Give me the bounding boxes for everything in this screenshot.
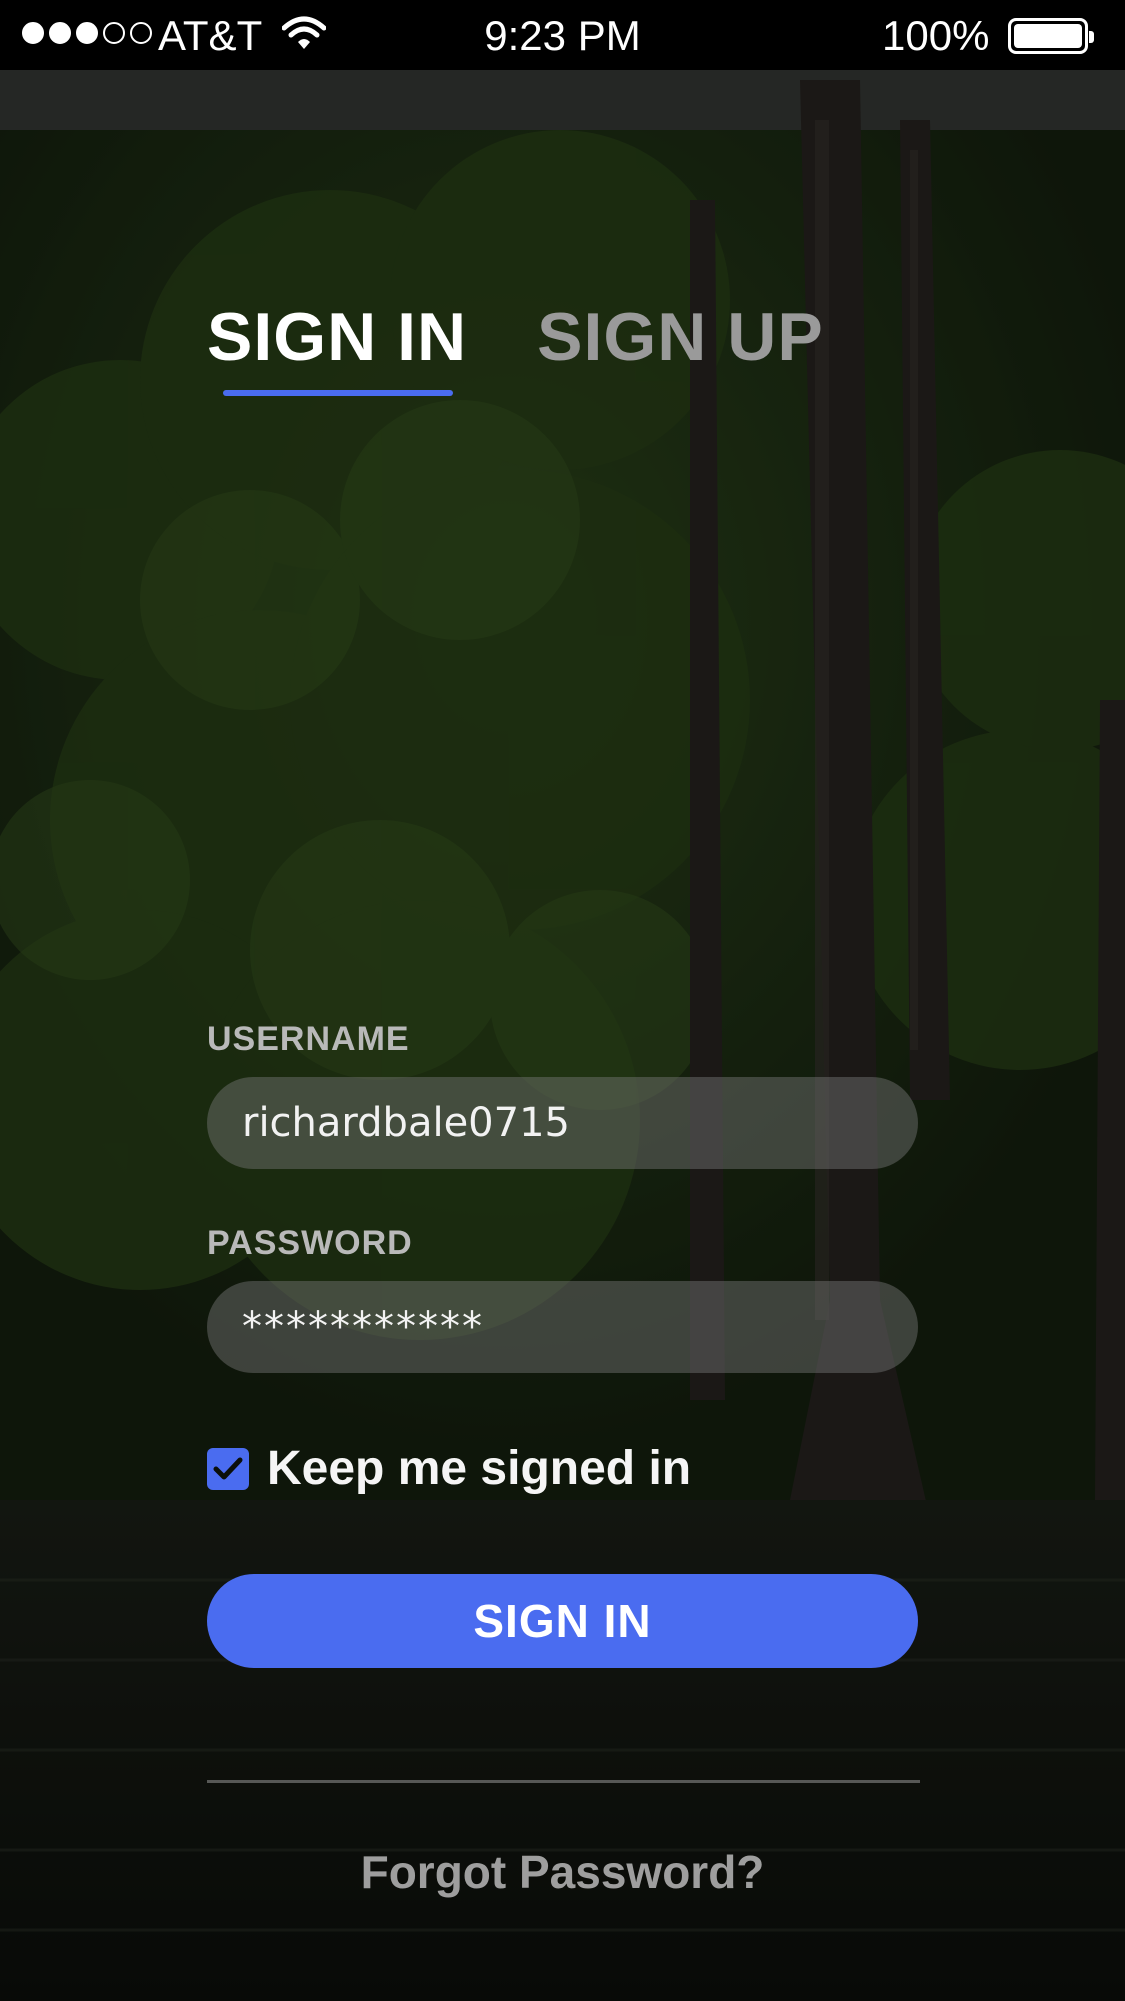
tab-sign-in-label: SIGN IN <box>207 299 468 375</box>
battery-percent: 100% <box>882 12 990 59</box>
tab-sign-up[interactable]: SIGN UP <box>537 298 824 376</box>
sign-in-button[interactable]: SIGN IN <box>207 1574 918 1668</box>
sign-in-screen: AT&T 9:23 PM 100% SIGN IN SIGN UP USERNA… <box>0 0 1125 2001</box>
password-label: PASSWORD <box>207 1224 413 1262</box>
auth-tabs: SIGN IN SIGN UP <box>207 298 824 396</box>
status-bar: AT&T 9:23 PM 100% <box>0 0 1125 70</box>
username-field-container <box>207 1077 918 1169</box>
active-tab-underline <box>223 390 454 396</box>
tab-sign-in[interactable]: SIGN IN <box>207 298 468 396</box>
password-field[interactable] <box>242 1304 918 1350</box>
keep-signed-in-checkbox[interactable] <box>207 1447 249 1490</box>
battery-icon <box>1008 18 1094 54</box>
sign-in-form: USERNAME PASSWORD Keep me signed in SIGN… <box>207 1020 920 1899</box>
tab-sign-up-label: SIGN UP <box>537 299 824 375</box>
username-field[interactable] <box>242 1100 918 1146</box>
forgot-password-link[interactable]: Forgot Password? <box>207 1845 918 1899</box>
password-field-container <box>207 1281 918 1373</box>
username-label: USERNAME <box>207 1020 410 1058</box>
keep-signed-in-row: Keep me signed in <box>207 1441 918 1496</box>
checkmark-icon <box>213 1457 243 1479</box>
keep-signed-in-label: Keep me signed in <box>267 1442 692 1495</box>
divider <box>207 1780 920 1783</box>
